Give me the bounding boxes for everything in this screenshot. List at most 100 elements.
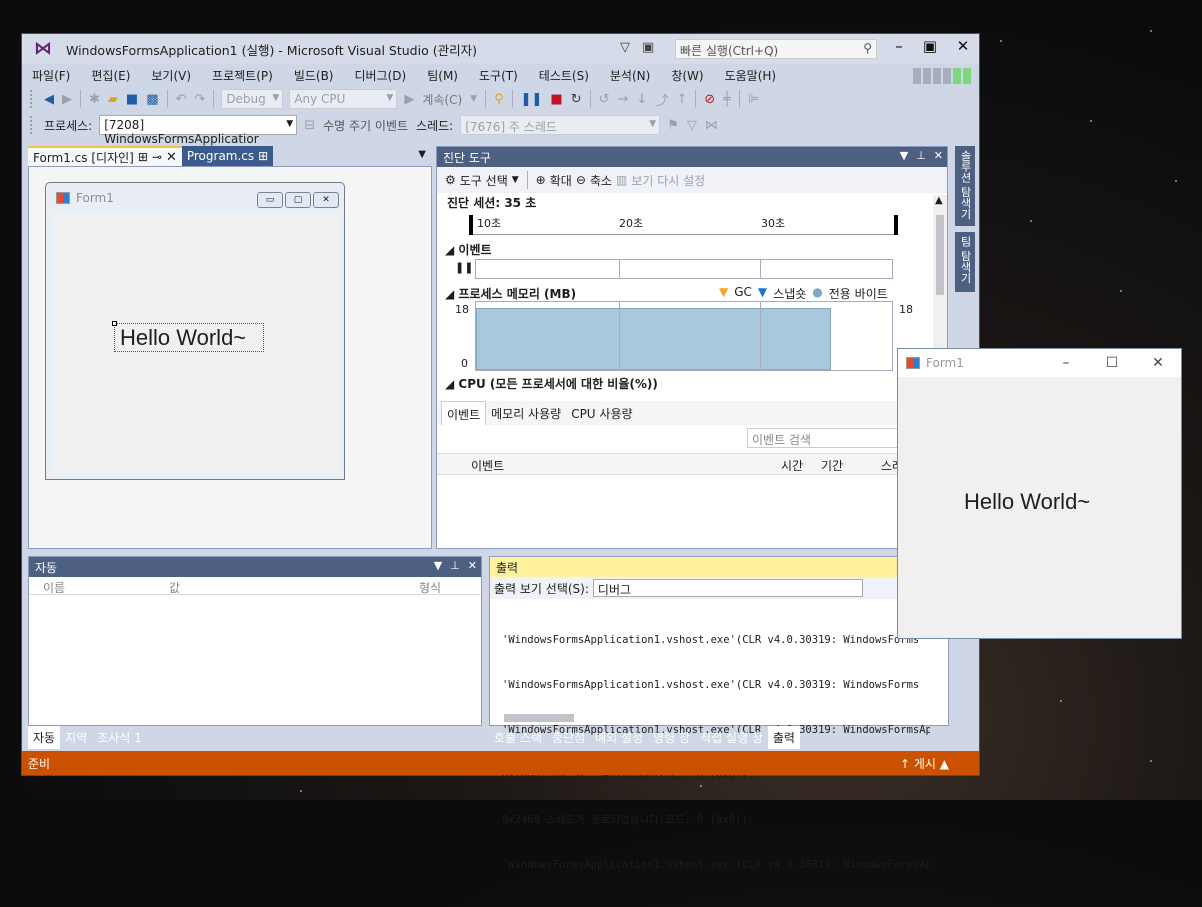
undo-icon[interactable]: ↶ xyxy=(176,92,187,107)
tabs-dropdown-icon[interactable]: ▼ xyxy=(412,146,432,166)
timeline-ruler[interactable]: 10초 20초 30초 xyxy=(469,215,898,235)
memory-section-header[interactable]: ◢ 프로세스 메모리 (MB) xyxy=(445,285,576,302)
running-minimize-button[interactable]: – xyxy=(1043,349,1089,377)
account-avatar[interactable] xyxy=(913,68,971,84)
close-button[interactable]: ✕ xyxy=(948,37,978,55)
select-tools-button[interactable]: 도구 선택 xyxy=(460,172,508,189)
open-file-icon[interactable]: ▰ xyxy=(108,92,118,107)
event-search-input[interactable]: 이벤트 검색 xyxy=(747,428,917,448)
col-event[interactable]: 이벤트 xyxy=(471,457,504,474)
config-dropdown[interactable]: Debug ▼ xyxy=(221,89,284,109)
back-icon[interactable]: ◀ xyxy=(44,92,54,107)
filter-icon[interactable]: ▽ xyxy=(687,118,697,133)
menu-analyze[interactable]: 분석(N) xyxy=(610,67,650,84)
menu-team[interactable]: 팀(M) xyxy=(427,67,458,84)
maximize-button[interactable]: ▣ xyxy=(915,37,945,55)
feedback-filter-icon[interactable]: ▽ xyxy=(620,40,630,55)
step-over-icon[interactable]: ↓ xyxy=(636,92,647,107)
lifecycle-events-button[interactable]: 수명 주기 이벤트 xyxy=(323,117,408,134)
ruler-start-marker[interactable] xyxy=(469,215,473,235)
tab-events[interactable]: 이벤트 xyxy=(441,401,487,425)
col-time[interactable]: 시간 xyxy=(781,457,803,474)
continue-button[interactable]: 계속(C) xyxy=(422,91,462,108)
lifecycle-icon[interactable]: ⊟ xyxy=(304,118,315,133)
select-tools-dropdown-icon[interactable]: ▼ xyxy=(512,175,519,185)
running-close-button[interactable]: ✕ xyxy=(1135,349,1181,377)
step-out-icon[interactable]: ⤴ xyxy=(655,90,668,109)
menu-window[interactable]: 창(W) xyxy=(671,67,703,84)
design-form-body[interactable]: Hello World~ xyxy=(53,213,339,473)
sidebar-item-team-explorer[interactable]: 팀 탐색기 xyxy=(955,232,975,292)
flag-icon[interactable]: ⚑ xyxy=(667,118,679,133)
events-pause-icon[interactable]: ❚❚ xyxy=(455,261,473,274)
pause-icon[interactable]: ❚❚ xyxy=(521,92,543,107)
save-icon[interactable]: ■ xyxy=(126,92,138,107)
panel-pin-icon[interactable]: ⊥ xyxy=(916,149,926,162)
panel-menu-icon[interactable]: ▼ xyxy=(900,149,908,162)
menu-edit[interactable]: 편집(E) xyxy=(91,67,130,84)
tab-output[interactable]: 출력 xyxy=(767,726,800,749)
autos-menu-icon[interactable]: ▼ xyxy=(434,559,442,572)
tab-watch1[interactable]: 조사식 1 xyxy=(92,726,147,749)
col-value[interactable]: 값 xyxy=(169,579,180,596)
autos-close-icon[interactable]: ✕ xyxy=(468,559,477,572)
platform-dropdown[interactable]: Any CPU ▼ xyxy=(289,89,398,109)
menu-test[interactable]: 테스트(S) xyxy=(539,67,589,84)
stop-icon[interactable]: ■ xyxy=(550,92,562,107)
menu-build[interactable]: 빌드(B) xyxy=(294,67,334,84)
tab-program-cs[interactable]: Program.cs ⊞ xyxy=(181,146,274,166)
menu-debug[interactable]: 디버그(D) xyxy=(355,67,407,84)
show-next-statement-icon[interactable]: ↺ xyxy=(599,92,610,107)
tab-immediate-window[interactable]: 직접 실행 창 xyxy=(695,726,768,749)
scroll-thumb[interactable] xyxy=(936,215,944,295)
col-name[interactable]: 이름 xyxy=(43,579,65,596)
expand-callstack-icon[interactable]: ⋈ xyxy=(705,118,718,133)
zoom-in-button[interactable]: 확대 xyxy=(550,172,572,189)
step-back-icon[interactable]: ↑ xyxy=(676,92,687,107)
publish-button[interactable]: ↑ 게시 ▲ xyxy=(900,755,949,772)
output-hscroll-thumb[interactable] xyxy=(504,714,574,722)
events-section-header[interactable]: ◢ 이벤트 xyxy=(445,241,492,258)
zoom-out-button[interactable]: 축소 xyxy=(590,172,612,189)
play-icon[interactable]: ▶ xyxy=(404,92,414,107)
breakpoint-toggle-icon[interactable]: ⊘ xyxy=(704,92,715,107)
tab-form1-design[interactable]: Form1.cs [디자인] ⊞ ⊸ ✕ xyxy=(28,146,182,166)
panel-close-icon[interactable]: ✕ xyxy=(934,149,943,162)
save-all-icon[interactable]: ▩ xyxy=(146,92,158,107)
tab-autos[interactable]: 자동 xyxy=(28,726,61,749)
events-track[interactable] xyxy=(475,259,893,279)
align-icon[interactable]: ⊫ xyxy=(748,92,759,107)
tab-exception-settings[interactable]: 예외 설정 xyxy=(590,726,648,749)
forward-icon[interactable]: ▶ xyxy=(62,92,72,107)
menu-file[interactable]: 파일(F) xyxy=(32,67,70,84)
restart-icon[interactable]: ↻ xyxy=(571,92,582,107)
find-icon[interactable]: ⚲ xyxy=(494,92,504,107)
pin-icon[interactable]: ⊞ xyxy=(138,150,148,164)
tab-locals[interactable]: 지역 xyxy=(60,726,92,749)
tab-command-window[interactable]: 명령 창 xyxy=(648,726,695,749)
label1-control[interactable]: Hello World~ xyxy=(112,321,264,352)
running-maximize-button[interactable]: ☐ xyxy=(1089,349,1135,377)
reset-view-button[interactable]: 보기 다시 설정 xyxy=(631,172,705,189)
hex-display-icon[interactable]: ╪ xyxy=(723,92,731,107)
running-form-window[interactable]: Form1 – ☐ ✕ Hello World~ xyxy=(897,348,1182,639)
cpu-section-header[interactable]: ◢ CPU (모든 프로세서에 대한 비율(%)) xyxy=(445,375,658,392)
menu-tools[interactable]: 도구(T) xyxy=(479,67,518,84)
minimize-button[interactable]: – xyxy=(884,37,914,55)
redo-icon[interactable]: ↷ xyxy=(194,92,205,107)
ruler-end-marker[interactable] xyxy=(894,215,898,235)
continue-dropdown-icon[interactable]: ▼ xyxy=(470,94,477,104)
autos-pin-icon[interactable]: ⊥ xyxy=(450,559,460,572)
tab-pin-icon[interactable]: ⊸ xyxy=(152,150,162,164)
memory-chart[interactable] xyxy=(475,301,893,371)
thread-dropdown[interactable]: [7676] 주 스레드 ▼ xyxy=(460,115,661,135)
output-source-dropdown[interactable]: 디버그 xyxy=(592,579,863,597)
quick-launch-input[interactable]: 빠른 실행(Ctrl+Q) ⚲ xyxy=(675,39,877,59)
sidebar-item-solution-explorer[interactable]: 솔루션 탐색기 xyxy=(955,146,975,226)
tab-memory-usage[interactable]: 메모리 사용량 xyxy=(486,401,566,425)
step-into-icon[interactable]: → xyxy=(618,92,629,107)
col-type[interactable]: 형식 xyxy=(419,579,441,596)
notification-icon[interactable]: ▣ xyxy=(642,40,654,55)
resize-handle[interactable] xyxy=(112,321,117,326)
col-duration[interactable]: 기간 xyxy=(821,457,843,474)
